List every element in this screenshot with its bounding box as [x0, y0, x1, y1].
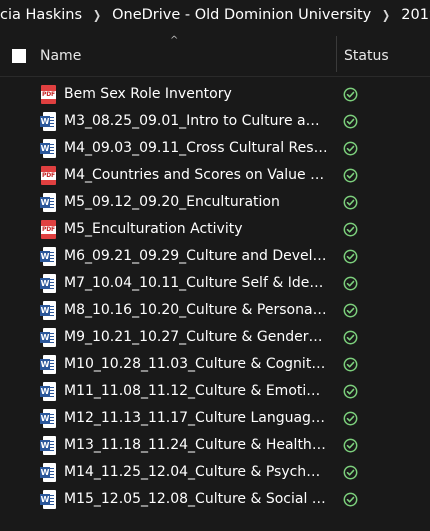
file-name[interactable]: M14_11.25_12.04_Culture & Psychological … — [64, 464, 328, 480]
file-row[interactable]: W M11_11.08_11.12_Culture & Emotion_Exam — [0, 378, 430, 405]
file-row[interactable]: PDF M4_Countries and Scores on Value Dime… — [0, 162, 430, 189]
chevron-right-icon: ❯ — [382, 8, 391, 22]
word-badge: W — [40, 413, 50, 424]
file-name[interactable]: M9_10.21_10.27_Culture & Gender_Exam — [64, 329, 328, 345]
word-badge: W — [40, 278, 50, 289]
pdf-badge: PDF — [41, 226, 56, 234]
sync-status-check-icon — [343, 492, 358, 507]
file-row[interactable]: W M3_08.25_09.01_Intro to Culture and Psy… — [0, 108, 430, 135]
sync-status-check-icon — [343, 141, 358, 156]
select-all-checkbox[interactable] — [12, 49, 26, 63]
sort-ascending-icon: ^ — [170, 35, 179, 46]
pdf-badge: PDF — [41, 172, 56, 180]
file-name[interactable]: M15_12.05_12.08_Culture & Social Behavio… — [64, 491, 328, 507]
file-row[interactable]: W M4_09.03_09.11_Cross Cultural Research … — [0, 135, 430, 162]
word-badge: W — [40, 116, 50, 127]
sync-status-check-icon — [343, 222, 358, 237]
file-row[interactable]: W M8_10.16_10.20_Culture & Personality_Ex… — [0, 297, 430, 324]
word-file-icon: W — [40, 139, 56, 158]
file-row[interactable]: W M7_10.04_10.11_Culture Self & Identity — [0, 270, 430, 297]
file-row[interactable]: W M14_11.25_12.04_Culture & Psychological… — [0, 459, 430, 486]
file-row[interactable]: W M5_09.12_09.20_Enculturation — [0, 189, 430, 216]
file-name[interactable]: Bem Sex Role Inventory — [64, 86, 328, 102]
word-badge: W — [40, 332, 50, 343]
file-name[interactable]: M4_09.03_09.11_Cross Cultural Research M… — [64, 140, 328, 156]
sync-status-check-icon — [343, 330, 358, 345]
pdf-file-icon: PDF — [40, 166, 56, 185]
sync-status-check-icon — [343, 276, 358, 291]
file-row[interactable]: W M13_11.18_11.24_Culture & Health_Exam — [0, 432, 430, 459]
file-row[interactable]: PDF M5_Enculturation Activity — [0, 216, 430, 243]
word-file-icon: W — [40, 274, 56, 293]
sync-status-check-icon — [343, 195, 358, 210]
file-name[interactable]: M7_10.04_10.11_Culture Self & Identity — [64, 275, 328, 291]
word-badge: W — [40, 494, 50, 505]
word-badge: W — [40, 386, 50, 397]
word-file-icon: W — [40, 355, 56, 374]
file-name[interactable]: M5_09.12_09.20_Enculturation — [64, 194, 328, 210]
file-name[interactable]: M6_09.21_09.29_Culture and Developmental… — [64, 248, 328, 264]
column-header-name[interactable]: Name — [40, 48, 81, 64]
chevron-right-icon: ❯ — [93, 8, 102, 22]
word-file-icon: W — [40, 328, 56, 347]
breadcrumb-item-onedrive[interactable]: OneDrive - Old Dominion University — [112, 7, 371, 23]
file-name[interactable]: M8_10.16_10.20_Culture & Personality_Exa… — [64, 302, 328, 318]
word-file-icon: W — [40, 409, 56, 428]
pdf-file-icon: PDF — [40, 220, 56, 239]
file-name[interactable]: M4_Countries and Scores on Value Dimensi… — [64, 167, 328, 183]
word-badge: W — [40, 305, 50, 316]
word-file-icon: W — [40, 112, 56, 131]
breadcrumb-item-user[interactable]: icia Haskins — [0, 7, 82, 23]
sync-status-check-icon — [343, 249, 358, 264]
word-file-icon: W — [40, 463, 56, 482]
word-file-icon: W — [40, 490, 56, 509]
file-row[interactable]: PDF Bem Sex Role Inventory — [0, 81, 430, 108]
file-name[interactable]: M10_10.28_11.03_Culture & Cognition_Exam — [64, 356, 328, 372]
pdf-badge: PDF — [41, 91, 56, 99]
file-row[interactable]: W M12_11.13_11.17_Culture Language & Comm… — [0, 405, 430, 432]
file-name[interactable]: M11_11.08_11.12_Culture & Emotion_Exam — [64, 383, 328, 399]
word-file-icon: W — [40, 436, 56, 455]
file-row[interactable]: W M6_09.21_09.29_Culture and Developmenta… — [0, 243, 430, 270]
column-divider[interactable] — [336, 36, 337, 72]
file-name[interactable]: M5_Enculturation Activity — [64, 221, 328, 237]
file-row[interactable]: W M15_12.05_12.08_Culture & Social Behavi… — [0, 486, 430, 513]
pdf-file-icon: PDF — [40, 85, 56, 104]
file-row[interactable]: W M10_10.28_11.03_Culture & Cognition_Exa… — [0, 351, 430, 378]
word-badge: W — [40, 440, 50, 451]
sync-status-check-icon — [343, 465, 358, 480]
file-name[interactable]: M13_11.18_11.24_Culture & Health_Exam — [64, 437, 328, 453]
word-badge: W — [40, 359, 50, 370]
file-row[interactable]: W M9_10.21_10.27_Culture & Gender_Exam — [0, 324, 430, 351]
file-list: PDF Bem Sex Role Inventory W M3_08.25_09.01… — [0, 81, 430, 513]
word-file-icon: W — [40, 247, 56, 266]
file-name[interactable]: M3_08.25_09.01_Intro to Culture and Psyc… — [64, 113, 328, 129]
sync-status-check-icon — [343, 114, 358, 129]
word-file-icon: W — [40, 193, 56, 212]
file-name[interactable]: M12_11.13_11.17_Culture Language & Commu… — [64, 410, 328, 426]
sync-status-check-icon — [343, 384, 358, 399]
breadcrumb: icia Haskins ❯ OneDrive - Old Dominion U… — [0, 0, 430, 30]
column-header-status[interactable]: Status — [344, 48, 389, 64]
column-header-row: Name ^ Status — [0, 35, 430, 77]
word-file-icon: W — [40, 382, 56, 401]
sync-status-check-icon — [343, 168, 358, 183]
breadcrumb-item-folder[interactable]: 2019 FALL — [401, 7, 430, 23]
word-badge: W — [40, 467, 50, 478]
sync-status-check-icon — [343, 303, 358, 318]
word-file-icon: W — [40, 301, 56, 320]
sync-status-check-icon — [343, 87, 358, 102]
sync-status-check-icon — [343, 357, 358, 372]
sync-status-check-icon — [343, 438, 358, 453]
word-badge: W — [40, 251, 50, 262]
word-badge: W — [40, 143, 50, 154]
word-badge: W — [40, 197, 50, 208]
sync-status-check-icon — [343, 411, 358, 426]
